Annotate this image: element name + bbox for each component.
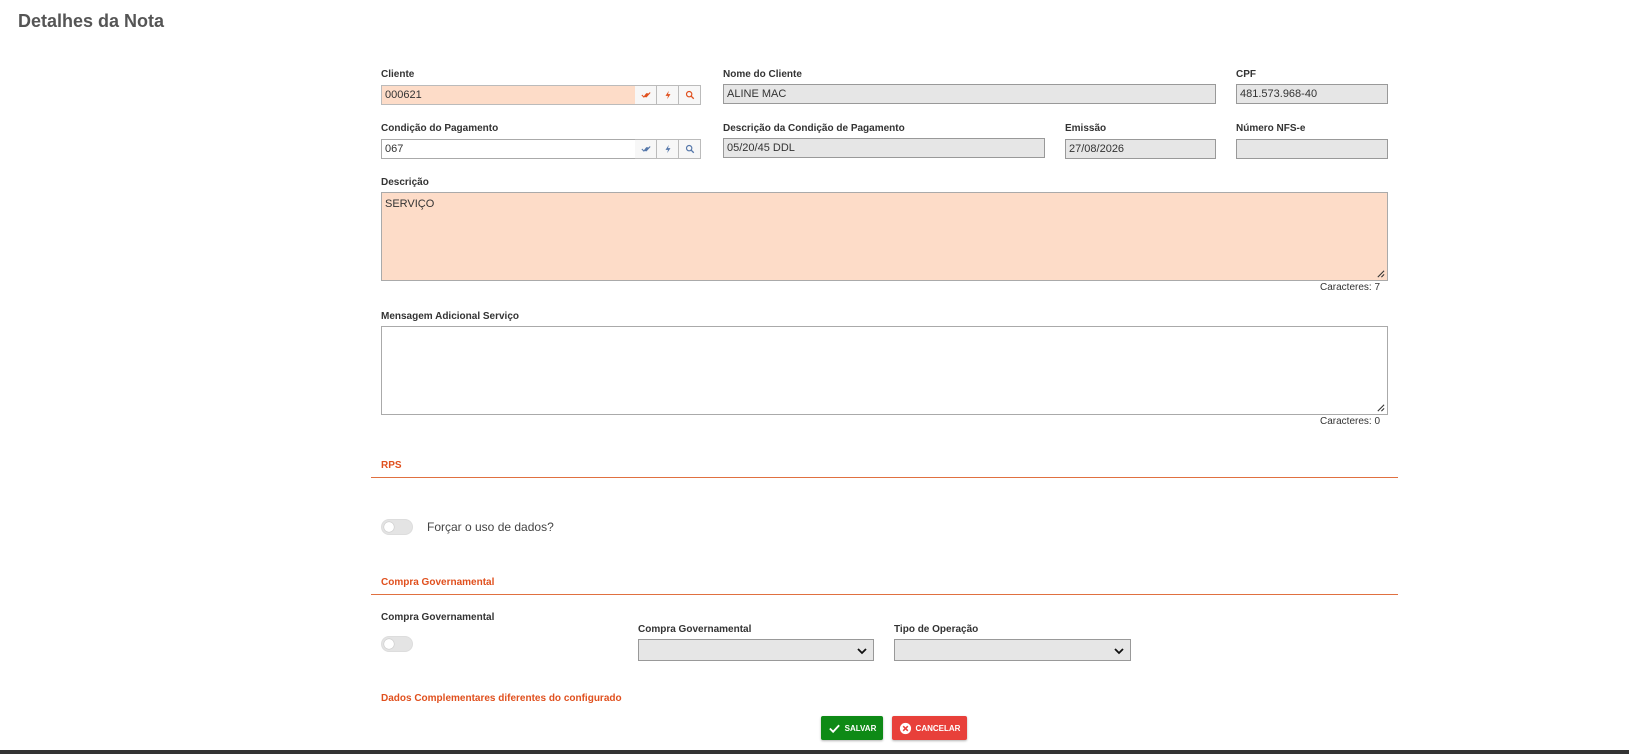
- compra-gov-section-title: Compra Governamental: [381, 577, 495, 588]
- mensagem-counter: Caracteres: 0: [1320, 416, 1381, 427]
- forcar-dados-toggle[interactable]: [381, 519, 413, 535]
- nome-cliente-label: Nome do Cliente: [723, 69, 802, 80]
- cpf-field: 481.573.968-40: [1236, 84, 1388, 104]
- condicao-input[interactable]: 067: [381, 139, 636, 159]
- save-button[interactable]: SALVAR: [821, 716, 883, 740]
- resize-handle-icon[interactable]: [1376, 403, 1385, 412]
- cliente-search-button[interactable]: [679, 85, 701, 105]
- descricao-condicao-label: Descrição da Condição de Pagamento: [723, 123, 905, 134]
- compra-gov-divider: [371, 594, 1398, 595]
- tipo-operacao-label: Tipo de Operação: [894, 624, 979, 635]
- mensagem-label: Mensagem Adicional Serviço: [381, 311, 520, 322]
- descricao-label: Descrição: [381, 177, 429, 188]
- resize-handle-icon[interactable]: [1376, 269, 1385, 278]
- descricao-condicao-field: 05/20/45 DDL: [723, 138, 1045, 158]
- close-circle-icon: [899, 722, 911, 734]
- forcar-dados-label: Forçar o uso de dados?: [427, 520, 554, 534]
- descricao-textarea[interactable]: SERVIÇO: [381, 192, 1388, 281]
- mensagem-textarea[interactable]: [381, 326, 1388, 415]
- condicao-check-all-button[interactable]: [635, 139, 657, 159]
- numero-nfse-label: Número NFS-e: [1236, 123, 1306, 134]
- cliente-check-all-button[interactable]: [635, 85, 657, 105]
- emissao-field: 27/08/2026: [1065, 139, 1216, 159]
- page-title: Detalhes da Nota: [18, 11, 165, 31]
- chevron-down-icon: [857, 648, 867, 655]
- compra-gov-toggle[interactable]: [381, 636, 413, 652]
- condicao-search-button[interactable]: [679, 139, 701, 159]
- toggle-knob: [384, 639, 394, 649]
- check-all-icon: [640, 146, 651, 152]
- dados-complementares-link[interactable]: Dados Complementares diferentes do confi…: [381, 693, 622, 704]
- cancel-button-label: CANCELAR: [915, 723, 961, 733]
- cancel-button[interactable]: CANCELAR: [892, 716, 967, 740]
- cliente-actions: [635, 85, 701, 105]
- cliente-label: Cliente: [381, 69, 415, 80]
- bottom-bar: [0, 750, 1629, 754]
- compra-gov-toggle-label: Compra Governamental: [381, 612, 495, 623]
- search-icon: [685, 90, 694, 100]
- nome-cliente-field: ALINE MAC: [723, 84, 1216, 104]
- lightning-icon: [665, 144, 670, 154]
- compra-gov-select[interactable]: [638, 639, 874, 661]
- condicao-quick-button[interactable]: [657, 139, 679, 159]
- rps-divider: [371, 477, 1398, 478]
- toggle-knob: [384, 522, 394, 532]
- chevron-down-icon: [1114, 648, 1124, 655]
- lightning-icon: [665, 90, 670, 100]
- condicao-label: Condição do Pagamento: [381, 123, 499, 134]
- descricao-counter: Caracteres: 7: [1320, 282, 1381, 293]
- tipo-operacao-select[interactable]: [894, 639, 1131, 661]
- descricao-text: SERVIÇO: [385, 198, 435, 210]
- rps-section-title: RPS: [381, 460, 402, 471]
- check-icon: [828, 724, 840, 733]
- cliente-input[interactable]: 000621: [381, 85, 636, 105]
- numero-nfse-field: [1236, 139, 1388, 159]
- cliente-quick-button[interactable]: [657, 85, 679, 105]
- search-icon: [685, 144, 694, 154]
- compra-gov-select-label: Compra Governamental: [638, 624, 752, 635]
- save-button-label: SALVAR: [844, 723, 877, 733]
- cpf-label: CPF: [1236, 69, 1256, 80]
- condicao-actions: [635, 139, 701, 159]
- emissao-label: Emissão: [1065, 123, 1107, 134]
- check-all-icon: [640, 92, 651, 98]
